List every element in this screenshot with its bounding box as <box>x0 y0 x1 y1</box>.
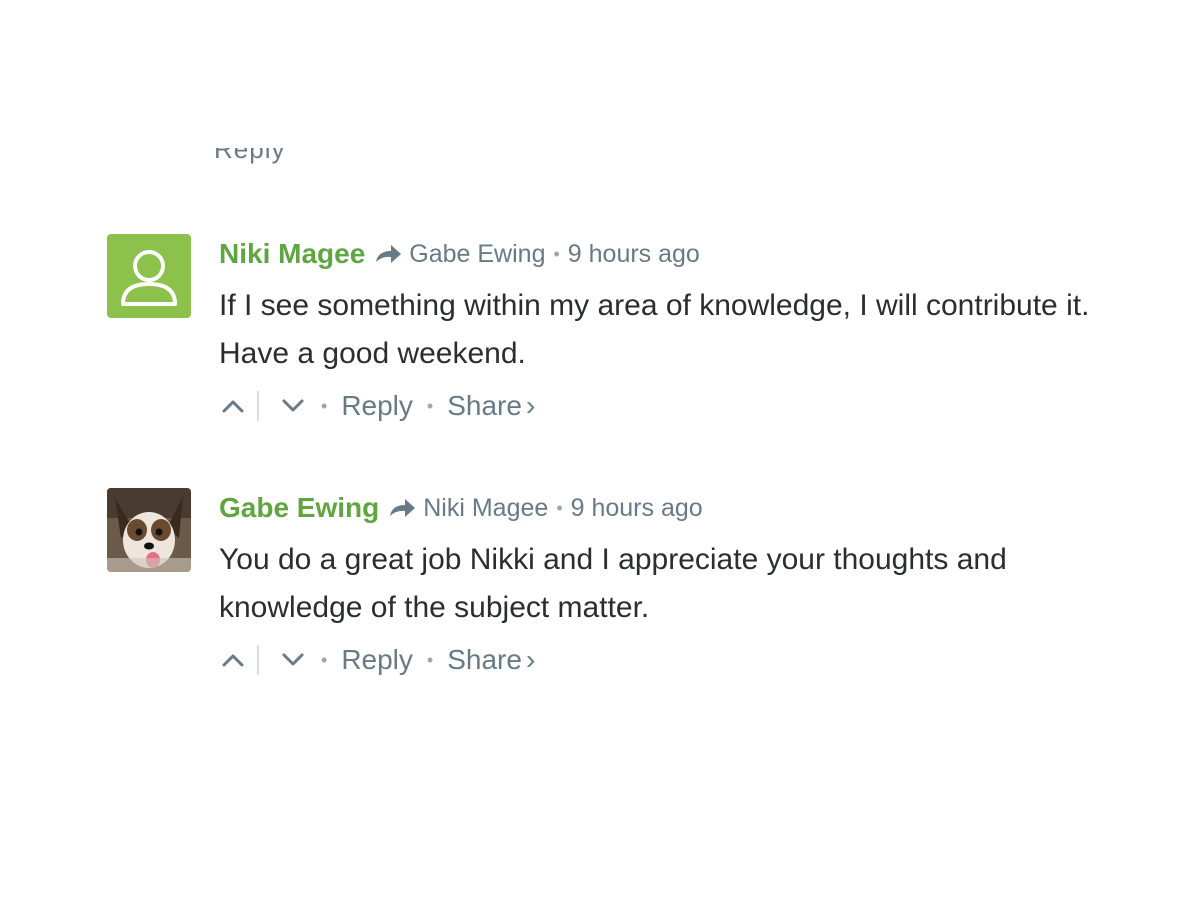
share-chevron-icon: › <box>525 390 536 421</box>
default-user-icon <box>107 234 191 318</box>
author-name[interactable]: Niki Magee <box>219 238 365 270</box>
upvote-button[interactable] <box>219 392 247 420</box>
comment-text: If I see something within my area of kno… <box>219 289 1090 370</box>
chevron-down-icon <box>282 399 304 412</box>
author-name[interactable]: Gabe Ewing <box>219 492 379 524</box>
comment-text: You do a great job Nikki and I appreciat… <box>219 543 1007 624</box>
timestamp[interactable]: 9 hours ago <box>568 240 700 269</box>
timestamp[interactable]: 9 hours ago <box>571 494 703 523</box>
comment-header: Gabe Ewing Niki Magee • 9 hours ago <box>219 488 1099 528</box>
clipped-reply-label: Reply <box>214 148 286 164</box>
vote-divider <box>257 645 259 675</box>
chevron-up-icon <box>222 400 244 413</box>
action-separator: • <box>426 395 434 416</box>
comment-header: Niki Magee Gabe Ewing • 9 hours ago <box>219 234 1099 274</box>
vote-divider <box>257 391 259 421</box>
action-separator: • <box>321 395 328 416</box>
downvote-button[interactable] <box>279 646 307 674</box>
share-chevron-icon: › <box>525 644 536 675</box>
reply-to-name[interactable]: Gabe Ewing <box>409 240 545 269</box>
action-separator: • <box>426 649 434 670</box>
share-label: Share <box>447 644 522 675</box>
reply-button[interactable]: Reply <box>341 644 413 676</box>
reply-arrow-icon <box>390 499 416 517</box>
reply-to-name[interactable]: Niki Magee <box>423 494 548 523</box>
avatar[interactable] <box>107 488 191 572</box>
comment-actions: • Reply • Share › <box>219 386 1099 426</box>
upvote-button[interactable] <box>219 646 247 674</box>
avatar[interactable] <box>107 234 191 318</box>
clipped-previous-actions: Reply <box>214 148 514 172</box>
meta-separator: • <box>556 497 563 518</box>
action-separator: • <box>321 649 328 670</box>
chevron-up-icon <box>222 654 244 667</box>
comment-thread: Reply Niki Magee Gabe Ewing • 9 hours ag… <box>0 0 1200 900</box>
reply-arrow-icon <box>376 245 402 263</box>
downvote-button[interactable] <box>279 392 307 420</box>
dog-photo-icon <box>107 488 191 572</box>
comment-actions: • Reply • Share › <box>219 640 1099 680</box>
meta-separator: • <box>553 243 560 264</box>
share-button[interactable]: Share › <box>447 390 535 422</box>
share-label: Share <box>447 390 522 421</box>
chevron-down-icon <box>282 653 304 666</box>
share-button[interactable]: Share › <box>447 644 535 676</box>
reply-button[interactable]: Reply <box>341 390 413 422</box>
